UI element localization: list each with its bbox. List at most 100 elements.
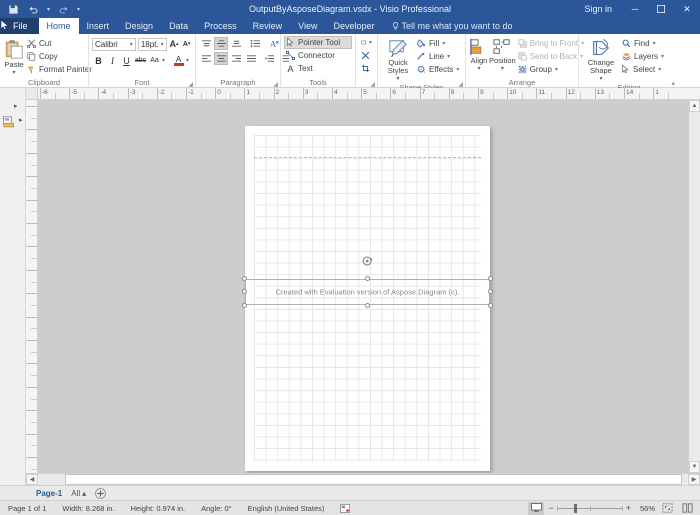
shapes-stencil-icon[interactable] [3, 116, 17, 128]
shape-styles-dialog-launcher-icon[interactable]: ◢ [458, 81, 463, 88]
resize-handle-top-left[interactable] [242, 276, 247, 281]
send-to-back-button[interactable]: Send to Back ▾ [516, 50, 586, 63]
zoom-thumb[interactable] [573, 503, 577, 513]
decrease-font-size-button[interactable]: A ▾ [181, 38, 192, 51]
ruler-corner[interactable] [26, 88, 38, 99]
format-painter-button[interactable]: Format Painter [25, 63, 94, 76]
select-button[interactable]: Select ▾ [620, 63, 666, 76]
chevron-down-icon[interactable]: ▾ [159, 41, 164, 48]
macro-recording-icon[interactable] [332, 503, 358, 513]
tell-me-search[interactable]: Tell me what you want to do [383, 18, 513, 34]
add-page-button[interactable] [95, 487, 107, 499]
decrease-indent-button[interactable] [262, 52, 276, 65]
position-button[interactable]: Position ▾ [489, 37, 516, 73]
zoom-level-label[interactable]: 56% [635, 504, 655, 513]
italic-button[interactable]: I [106, 54, 119, 67]
vertical-scrollbar[interactable]: ▲ ▼ [688, 100, 700, 473]
align-dropdown-icon[interactable]: ▾ [477, 65, 480, 73]
tab-view[interactable]: View [290, 18, 325, 34]
drawing-page[interactable]: Created with Evaluation version of Aspos… [242, 126, 493, 471]
resize-handle-bottom-right[interactable] [488, 303, 493, 308]
redo-icon[interactable] [57, 3, 70, 16]
delete-tool-button[interactable] [359, 49, 374, 62]
resize-handle-middle-right[interactable] [488, 289, 493, 294]
zoom-track[interactable] [556, 503, 623, 513]
font-color-button[interactable]: A [172, 54, 185, 67]
font-color-dropdown-icon[interactable]: ▾ [186, 57, 189, 64]
scroll-right-arrow-icon[interactable]: ▶ [688, 474, 700, 485]
collapse-ribbon-icon[interactable]: ▴ [671, 79, 675, 87]
copy-button[interactable]: Copy [25, 50, 94, 63]
increase-font-size-button[interactable]: A ▴ [169, 38, 180, 51]
scroll-down-arrow-icon[interactable]: ▼ [689, 461, 700, 473]
paste-button[interactable]: Paste ▾ [3, 37, 25, 77]
horizontal-scroll-track[interactable] [39, 474, 687, 485]
fill-dropdown-icon[interactable]: ▾ [442, 40, 445, 47]
chevron-down-icon[interactable]: ▾ [128, 41, 133, 48]
position-dropdown-icon[interactable]: ▾ [501, 65, 504, 73]
align-bottom-button[interactable] [229, 37, 243, 50]
shapes-panel[interactable]: ▸ ▸ [0, 88, 26, 485]
align-left-button[interactable] [199, 52, 213, 65]
text-tool-button[interactable]: A Text [284, 62, 352, 75]
strikethrough-button[interactable]: abc [134, 54, 147, 67]
shapes-expand-arrow-icon[interactable]: ▸ [14, 102, 18, 110]
resize-handle-middle-left[interactable] [242, 289, 247, 294]
rotation-handle-icon[interactable] [362, 255, 374, 267]
resize-handle-top-right[interactable] [488, 276, 493, 281]
undo-icon[interactable] [27, 3, 40, 16]
tab-design[interactable]: Design [117, 18, 161, 34]
font-name-combo[interactable]: Calibri ▾ [92, 37, 136, 51]
change-case-button[interactable]: Aa [148, 54, 161, 67]
bring-to-front-button[interactable]: Bring to Front ▾ [516, 37, 586, 50]
scroll-up-arrow-icon[interactable]: ▲ [689, 100, 700, 112]
status-language[interactable]: English (United States) [240, 504, 333, 513]
shapes-panel-expand-icon[interactable]: ▸ [19, 116, 23, 124]
group-button[interactable]: Group ▾ [516, 63, 586, 76]
sign-in-button[interactable]: Sign in [574, 4, 622, 14]
change-shape-button[interactable]: Change Shape ▾ [582, 37, 620, 83]
resize-handle-bottom-center[interactable] [364, 303, 370, 308]
tab-home[interactable]: Home [38, 18, 79, 34]
tab-review[interactable]: Review [245, 18, 291, 34]
bold-button[interactable]: B [92, 54, 105, 67]
rectangle-tool-button[interactable]: ▾ [359, 36, 374, 49]
horizontal-guide-line[interactable] [254, 157, 481, 158]
align-justify-button[interactable] [244, 52, 258, 65]
underline-button[interactable]: U [120, 54, 133, 67]
fit-page-button[interactable] [659, 502, 675, 515]
close-button[interactable]: ✕ [674, 0, 700, 18]
tab-insert[interactable]: Insert [79, 18, 118, 34]
line-button[interactable]: Line ▾ [415, 50, 461, 63]
change-shape-dropdown-icon[interactable]: ▾ [599, 75, 602, 83]
horizontal-scroll-thumb[interactable] [65, 474, 682, 485]
connector-button[interactable]: Connector [284, 49, 352, 62]
horizontal-scrollbar[interactable]: ◀ ▶ [26, 473, 700, 485]
quick-styles-button[interactable]: Quick Styles ▾ [381, 37, 415, 83]
effects-button[interactable]: Effects ▾ [415, 63, 461, 76]
cut-button[interactable]: Cut [25, 37, 94, 50]
paste-dropdown-icon[interactable]: ▾ [12, 69, 15, 77]
paragraph-dialog-launcher-icon[interactable]: ◢ [273, 81, 278, 88]
resize-handle-bottom-left[interactable] [242, 303, 247, 308]
layers-dropdown-icon[interactable]: ▾ [661, 53, 664, 60]
maximize-restore-button[interactable] [648, 0, 674, 18]
resize-handle-top-center[interactable] [364, 276, 370, 281]
find-button[interactable]: Find ▾ [620, 37, 666, 50]
align-right-button[interactable] [229, 52, 243, 65]
text-block-button[interactable]: A [267, 37, 281, 50]
effects-dropdown-icon[interactable]: ▾ [456, 66, 459, 73]
pointer-tool-button[interactable]: Pointer Tool [284, 36, 352, 49]
page-tab-page-1[interactable]: Page-1 [36, 489, 62, 498]
all-pages-button[interactable]: All ▴ [71, 489, 86, 498]
minimize-button[interactable]: ─ [622, 0, 648, 18]
rectangle-tool-dropdown-icon[interactable]: ▾ [369, 39, 372, 46]
undo-dropdown-icon[interactable]: ▾ [47, 6, 50, 13]
change-case-dropdown-icon[interactable]: ▾ [162, 57, 165, 64]
tools-dialog-launcher-icon[interactable]: ◢ [370, 81, 375, 88]
find-dropdown-icon[interactable]: ▾ [653, 40, 656, 47]
zoom-out-button[interactable]: − [548, 503, 553, 513]
drawing-canvas[interactable]: Created with Evaluation version of Aspos… [38, 100, 688, 473]
scroll-left-arrow-icon[interactable]: ◀ [26, 474, 38, 485]
zoom-in-button[interactable]: + [626, 503, 631, 513]
